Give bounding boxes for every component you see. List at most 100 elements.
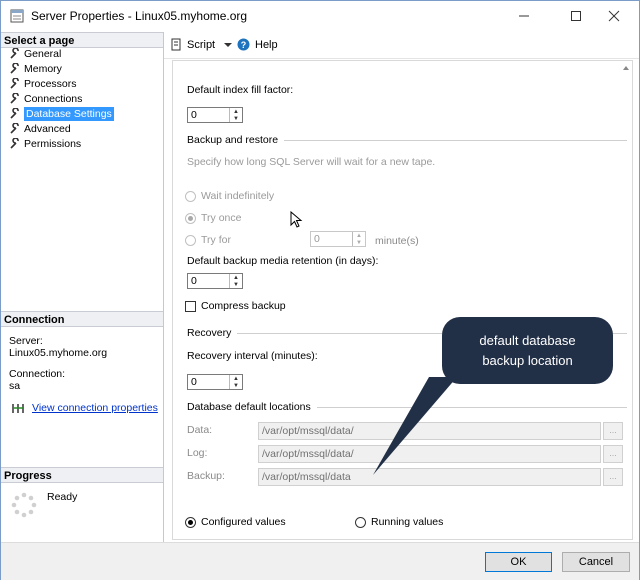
checkbox-box [185,300,196,312]
minutes-unit: minute(s) [375,235,419,247]
page-item-label: General [24,48,62,60]
recovery-label: Recovery [187,327,232,339]
page-item-label: Advanced [24,123,71,135]
minimize-button[interactable] [501,1,547,31]
server-value: Linux05.myhome.org [9,347,108,359]
page-item-processors[interactable]: Processors [9,77,77,91]
ok-button[interactable]: OK [485,552,552,572]
page-item-advanced[interactable]: Advanced [9,122,71,136]
toolbar: Script ? Help [164,32,639,59]
help-label: Help [255,38,278,51]
wrench-icon [10,123,19,134]
chevron-down-icon [224,42,233,47]
close-button[interactable] [591,1,637,31]
try-for-label: Try for [201,234,231,246]
radio-dot [185,212,196,224]
spin-up-icon[interactable]: ▲ [353,232,365,239]
data-browse-button[interactable]: ... [603,422,623,440]
spin-down-icon[interactable]: ▼ [230,115,242,122]
spin-down-icon[interactable]: ▼ [353,239,365,246]
page-item-label: Connections [24,93,83,105]
tape-hint: Specify how long SQL Server will wait fo… [187,156,436,168]
wrench-icon [10,93,19,104]
page-item-label: Database Settings [24,107,114,121]
compress-backup-checkbox[interactable]: Compress backup [185,300,286,312]
spin-down-icon[interactable]: ▼ [230,281,242,288]
spin-up-icon[interactable]: ▲ [230,108,242,115]
connection-properties-icon [12,404,24,413]
try-for-radio[interactable]: Try for [185,234,231,246]
progress-status: Ready [47,491,78,503]
log-browse-button[interactable]: ... [603,445,623,463]
cancel-button[interactable]: Cancel [562,552,630,572]
default-locations-label: Database default locations [187,401,311,413]
callout-pointer [373,377,457,475]
configured-values-radio[interactable]: Configured values [185,516,286,528]
page-item-general[interactable]: General [9,47,61,61]
spin-up-icon[interactable]: ▲ [230,375,242,382]
svg-text:?: ? [241,40,247,50]
page-item-label: Permissions [24,138,82,150]
try-for-value: 0 [314,233,320,245]
recovery-interval-stepper[interactable]: 0 ▲ ▼ [187,374,243,390]
spin-down-icon[interactable]: ▼ [230,382,242,389]
retention-stepper[interactable]: 0 ▲ ▼ [187,273,243,289]
try-for-stepper[interactable]: 0 ▲ ▼ [310,231,366,247]
wrench-icon [10,63,19,74]
page-item-connections[interactable]: Connections [9,92,82,106]
title-bar[interactable]: Server Properties - Linux05.myhome.org [1,1,639,31]
retention-label: Default backup media retention (in days)… [187,255,379,267]
fill-factor-label: Default index fill factor: [187,84,294,96]
page-item-database-settings[interactable]: Database Settings [9,107,114,121]
page-item-permissions[interactable]: Permissions [9,137,81,151]
page-item-label: Processors [24,78,77,90]
configured-values-label: Configured values [201,516,286,528]
script-button[interactable]: Script [170,38,233,51]
page-item-memory[interactable]: Memory [9,62,62,76]
view-connection-properties-link[interactable]: View connection properties [32,402,158,414]
spin-up-icon[interactable]: ▲ [230,274,242,281]
callout-line-2: backup location [482,353,573,368]
running-values-radio[interactable]: Running values [355,516,443,528]
server-properties-window: Server Properties - Linux05.myhome.org S… [0,0,640,580]
select-page-header: Select a page [1,32,163,48]
try-once-label: Try once [201,212,242,224]
callout-bubble: default database backup location [442,317,613,384]
recovery-interval-label: Recovery interval (minutes): [187,350,318,362]
recovery-interval-value: 0 [191,376,197,388]
connection-header: Connection [1,311,163,327]
fill-factor-stepper[interactable]: 0 ▲ ▼ [187,107,243,123]
server-label: Server: [9,335,43,347]
data-label: Data: [187,424,213,436]
wrench-icon [10,138,19,149]
running-values-label: Running values [371,516,444,528]
radio-dot [185,190,196,202]
wait-indefinitely-radio[interactable]: Wait indefinitely [185,190,274,202]
log-label: Log: [187,447,208,459]
left-pane: Select a page General Memory Processors … [1,32,164,542]
script-label: Script [187,38,216,51]
backup-restore-group: Backup and restore [187,134,627,146]
try-once-radio[interactable]: Try once [185,212,241,224]
server-app-icon [10,9,24,23]
help-button[interactable]: ? Help [237,38,278,51]
progress-header: Progress [1,467,163,483]
fill-factor-value: 0 [191,109,197,121]
backup-label: Backup: [187,470,225,482]
wrench-icon [10,78,19,89]
scroll-up-icon [623,66,629,70]
connection-label: Connection: [9,368,66,380]
retention-value: 0 [191,275,197,287]
window-title: Server Properties - Linux05.myhome.org [31,9,248,23]
backup-browse-button[interactable]: ... [603,468,623,486]
radio-dot [185,234,196,246]
backup-restore-label: Backup and restore [187,134,279,146]
dialog-button-bar: OK Cancel [1,542,639,580]
progress-spinner-icon [11,492,37,518]
callout-line-1: default database [479,333,576,348]
radio-dot [355,516,366,528]
wrench-icon [10,108,19,119]
radio-dot [185,516,196,528]
compress-backup-label: Compress backup [201,300,286,312]
wrench-icon [10,48,19,59]
